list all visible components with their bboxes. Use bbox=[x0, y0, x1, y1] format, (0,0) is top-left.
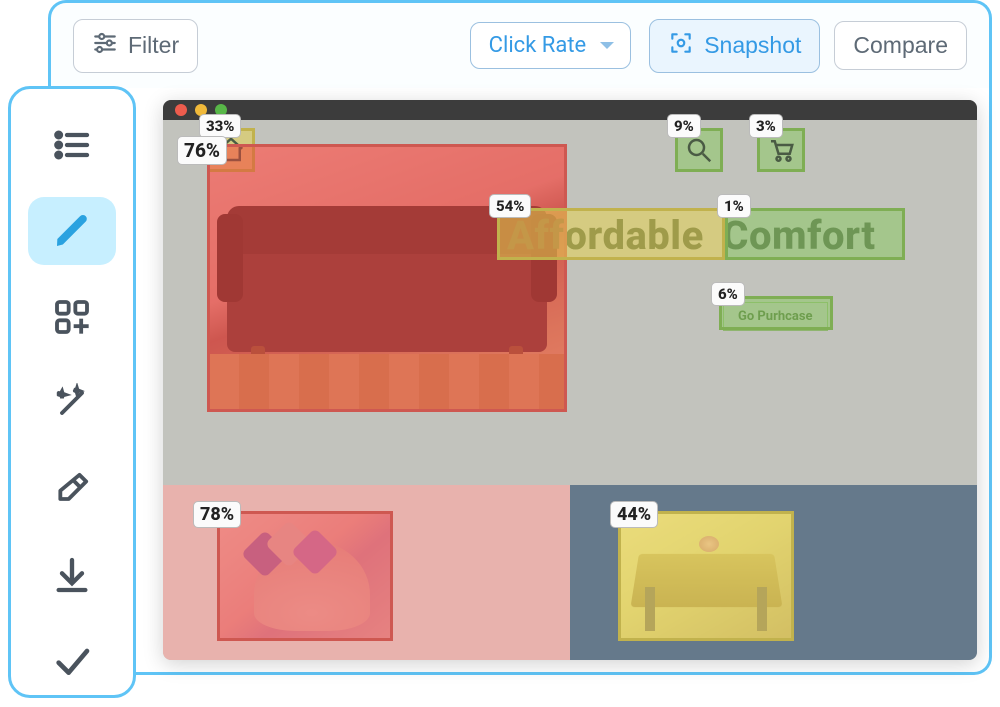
tool-eraser[interactable] bbox=[28, 455, 116, 523]
window-titlebar bbox=[163, 100, 977, 120]
pct-label: 54% bbox=[489, 194, 531, 218]
tool-list[interactable] bbox=[28, 111, 116, 179]
chevron-down-icon bbox=[600, 42, 614, 49]
pct-label: 1% bbox=[717, 194, 751, 218]
capture-icon bbox=[668, 30, 694, 62]
heat-card-left[interactable]: 78% bbox=[217, 511, 393, 641]
sliders-icon bbox=[92, 30, 118, 62]
heat-card-right[interactable]: 44% bbox=[618, 511, 794, 641]
heat-tag-a[interactable]: 54% bbox=[497, 208, 725, 260]
pct-label: 44% bbox=[610, 501, 658, 528]
compare-label: Compare bbox=[853, 32, 948, 59]
heat-hero[interactable]: 76% bbox=[207, 144, 567, 412]
product-columns: 78% 44% bbox=[163, 485, 977, 660]
heat-cart[interactable]: 3% bbox=[757, 128, 805, 172]
tool-download[interactable] bbox=[28, 541, 116, 609]
main-frame: Affordable Comfort Go Purhcase 33% 9% bbox=[48, 88, 992, 675]
compare-button[interactable]: Compare bbox=[834, 21, 967, 70]
tool-widgets[interactable] bbox=[28, 283, 116, 351]
pct-label: 6% bbox=[711, 282, 745, 306]
top-bar: Filter Click Rate Snapshot Compare bbox=[48, 0, 992, 88]
snapshot-button[interactable]: Snapshot bbox=[649, 19, 820, 73]
heat-search[interactable]: 9% bbox=[675, 128, 723, 172]
tool-check[interactable] bbox=[28, 627, 116, 695]
heat-cta[interactable]: 6% bbox=[719, 296, 833, 330]
tool-pencil[interactable] bbox=[28, 197, 116, 265]
filter-label: Filter bbox=[128, 32, 179, 59]
pct-label: 76% bbox=[177, 136, 227, 165]
tool-wand[interactable] bbox=[28, 369, 116, 437]
pct-label: 33% bbox=[199, 114, 241, 138]
snapshot-label: Snapshot bbox=[704, 32, 801, 59]
pct-label: 9% bbox=[667, 114, 701, 138]
hero-area: Affordable Comfort Go Purhcase 33% 9% bbox=[163, 120, 977, 485]
filter-button[interactable]: Filter bbox=[73, 19, 198, 73]
pct-label: 78% bbox=[193, 501, 241, 528]
metric-dropdown-label: Click Rate bbox=[489, 33, 587, 58]
mock-site: Affordable Comfort Go Purhcase 33% 9% bbox=[163, 120, 977, 660]
heat-tag-b[interactable]: 1% bbox=[725, 208, 905, 260]
traffic-light-close-icon bbox=[175, 104, 187, 116]
col-right: 44% bbox=[570, 485, 977, 660]
browser-preview: Affordable Comfort Go Purhcase 33% 9% bbox=[163, 100, 977, 660]
pct-label: 3% bbox=[749, 114, 783, 138]
tool-panel bbox=[8, 86, 136, 698]
metric-dropdown[interactable]: Click Rate bbox=[470, 22, 632, 69]
col-left: 78% bbox=[163, 485, 570, 660]
